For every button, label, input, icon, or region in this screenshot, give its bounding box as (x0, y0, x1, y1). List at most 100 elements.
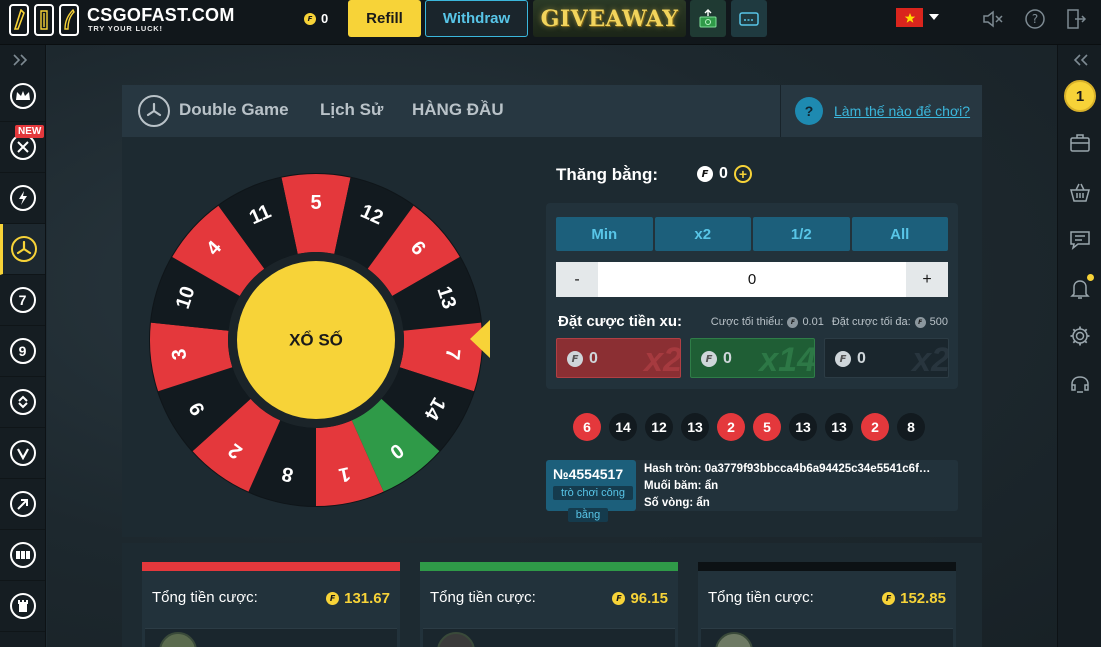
min-bet-value: 0.01 (802, 316, 824, 328)
settings-gear-icon[interactable] (1067, 323, 1093, 349)
sidebar-item-seven[interactable]: 7 (0, 275, 45, 326)
collapse-sidebar-icon[interactable] (1071, 53, 1089, 72)
wheel-number: 3 (168, 348, 191, 361)
sidebar-item-baccarat[interactable] (0, 530, 45, 581)
sidebar-item-tower[interactable] (0, 428, 45, 479)
quick-bet-row: Min x2 1/2 All (556, 217, 948, 251)
new-badge: NEW (15, 125, 45, 138)
sidebar-item-fast[interactable] (0, 173, 45, 224)
bet-green-button[interactable]: F0 x14 (690, 338, 815, 378)
bet-red-amount: 0 (589, 350, 598, 367)
add-balance-button[interactable]: + (733, 165, 752, 183)
logo-sword-icon[interactable] (59, 4, 79, 36)
total-black-value: 152.85 (900, 590, 946, 607)
total-red-value: 131.67 (344, 590, 390, 607)
logout-icon[interactable] (1064, 7, 1088, 31)
sidebar-item-castle[interactable] (0, 581, 45, 632)
round-hash: Hash tròn: 0a3779f93bbcca4b6a94425c34e55… (644, 463, 931, 475)
bet-amount-stepper: - + (556, 262, 948, 297)
expand-sidebar-icon[interactable] (12, 53, 30, 72)
sidebar-item-hilo[interactable] (0, 377, 45, 428)
avatar[interactable] (159, 632, 197, 647)
dots-icon (9, 542, 36, 568)
bet-min-button[interactable]: Min (556, 217, 653, 251)
total-red-label: Tổng tiền cược: (152, 589, 258, 606)
v-icon (9, 440, 36, 466)
wheel-number: 5 (310, 192, 321, 214)
decrease-bet-button[interactable]: - (556, 262, 598, 297)
round-id-box: №4554517 trò chơi công (546, 460, 636, 511)
avatar[interactable] (437, 632, 475, 647)
coin-icon: F (697, 166, 713, 182)
inventory-icon[interactable] (1067, 130, 1093, 156)
bet-amount-input[interactable] (598, 262, 906, 297)
bet-black-multiplier: x2 (912, 341, 949, 378)
history-chip: 14 (609, 413, 637, 441)
tab-top[interactable]: HÀNG ĐẦU (412, 100, 504, 120)
avatar[interactable] (715, 632, 753, 647)
logo-title[interactable]: CSGOFAST.COM (87, 5, 235, 26)
fair-game-tag[interactable]: trò chơi công (553, 486, 633, 500)
increase-bet-button[interactable]: + (906, 262, 948, 297)
withdraw-button[interactable]: Withdraw (425, 0, 528, 37)
vietnam-flag-icon[interactable] (896, 8, 923, 27)
total-green-card: Tổng tiền cược: F 96.15 (420, 562, 678, 647)
right-sidebar: 1 (1057, 45, 1101, 647)
logo-knife-icon[interactable] (9, 4, 29, 36)
basket-icon[interactable] (1067, 180, 1093, 206)
sidebar-item-classic[interactable] (0, 71, 45, 122)
header-balance-value: 0 (321, 11, 329, 26)
bet-black-button[interactable]: F0 x2 (824, 338, 949, 378)
history-chip: 6 (573, 413, 601, 441)
bet-red-button[interactable]: F0 x2 (556, 338, 681, 378)
help-icon[interactable]: ? (1023, 7, 1047, 31)
language-dropdown-icon[interactable] (929, 14, 939, 20)
cash-gift-button[interactable] (690, 0, 726, 37)
bet-box: Min x2 1/2 All - + Đặt cược tiền xu: Cượ… (546, 203, 958, 389)
level-badge[interactable]: 1 (1064, 80, 1096, 112)
refill-button[interactable]: Refill (348, 0, 421, 37)
max-bet-label: Đặt cược tối đa: (831, 316, 911, 328)
double-game-icon (138, 95, 170, 127)
sound-muted-icon[interactable] (981, 7, 1005, 31)
arrow-up-right-icon (9, 491, 36, 517)
min-bet-label: Cược tối thiểu: (710, 316, 784, 328)
coin-icon: F (567, 351, 583, 367)
bet-half-button[interactable]: 1/2 (753, 217, 850, 251)
notification-dot (1087, 274, 1094, 281)
card-button[interactable] (731, 0, 767, 37)
bet-green-amount: 0 (723, 350, 732, 367)
sidebar-item-nine[interactable]: 9 (0, 326, 45, 377)
coin-icon: F (326, 592, 340, 605)
total-green-label: Tổng tiền cược: (430, 589, 536, 606)
giveaway-label: GIVEAWAY (540, 5, 679, 32)
sidebar-item-double[interactable] (0, 224, 45, 275)
sidebar-item-crash[interactable] (0, 479, 45, 530)
chat-icon[interactable] (1067, 227, 1093, 253)
bet-all-button[interactable]: All (851, 217, 948, 251)
how-to-play-link[interactable]: Làm thế nào để chơi? (834, 103, 970, 119)
history-chip: 12 (645, 413, 673, 441)
giveaway-banner[interactable]: GIVEAWAY (533, 0, 686, 37)
support-headset-icon[interactable] (1067, 372, 1093, 398)
logo-blade-icon[interactable] (34, 4, 54, 36)
round-number: Số vòng: ẩn (644, 497, 710, 509)
how-to-play-icon[interactable]: ? (795, 97, 823, 125)
coin-icon: F (882, 592, 896, 605)
lightning-icon (9, 185, 36, 211)
tab-history[interactable]: Lịch Sử (320, 100, 383, 120)
history-chip: 2 (861, 413, 889, 441)
left-sidebar: NEW 7 9 (0, 45, 46, 647)
history-chip: 13 (681, 413, 709, 441)
tab-double-game[interactable]: Double Game (179, 100, 289, 120)
tower-icon (9, 593, 36, 619)
bet-double-button[interactable]: x2 (654, 217, 751, 251)
history-chip: 8 (897, 413, 925, 441)
wheel-pointer (470, 320, 490, 358)
wheel-center-label: XỔ SỐ (289, 330, 343, 350)
total-green-bar (420, 562, 678, 571)
updown-arrows-icon (9, 389, 36, 415)
fair-game-tag-line2[interactable]: bằng (568, 508, 608, 522)
header-divider (780, 85, 781, 137)
cash-icon (699, 8, 717, 27)
